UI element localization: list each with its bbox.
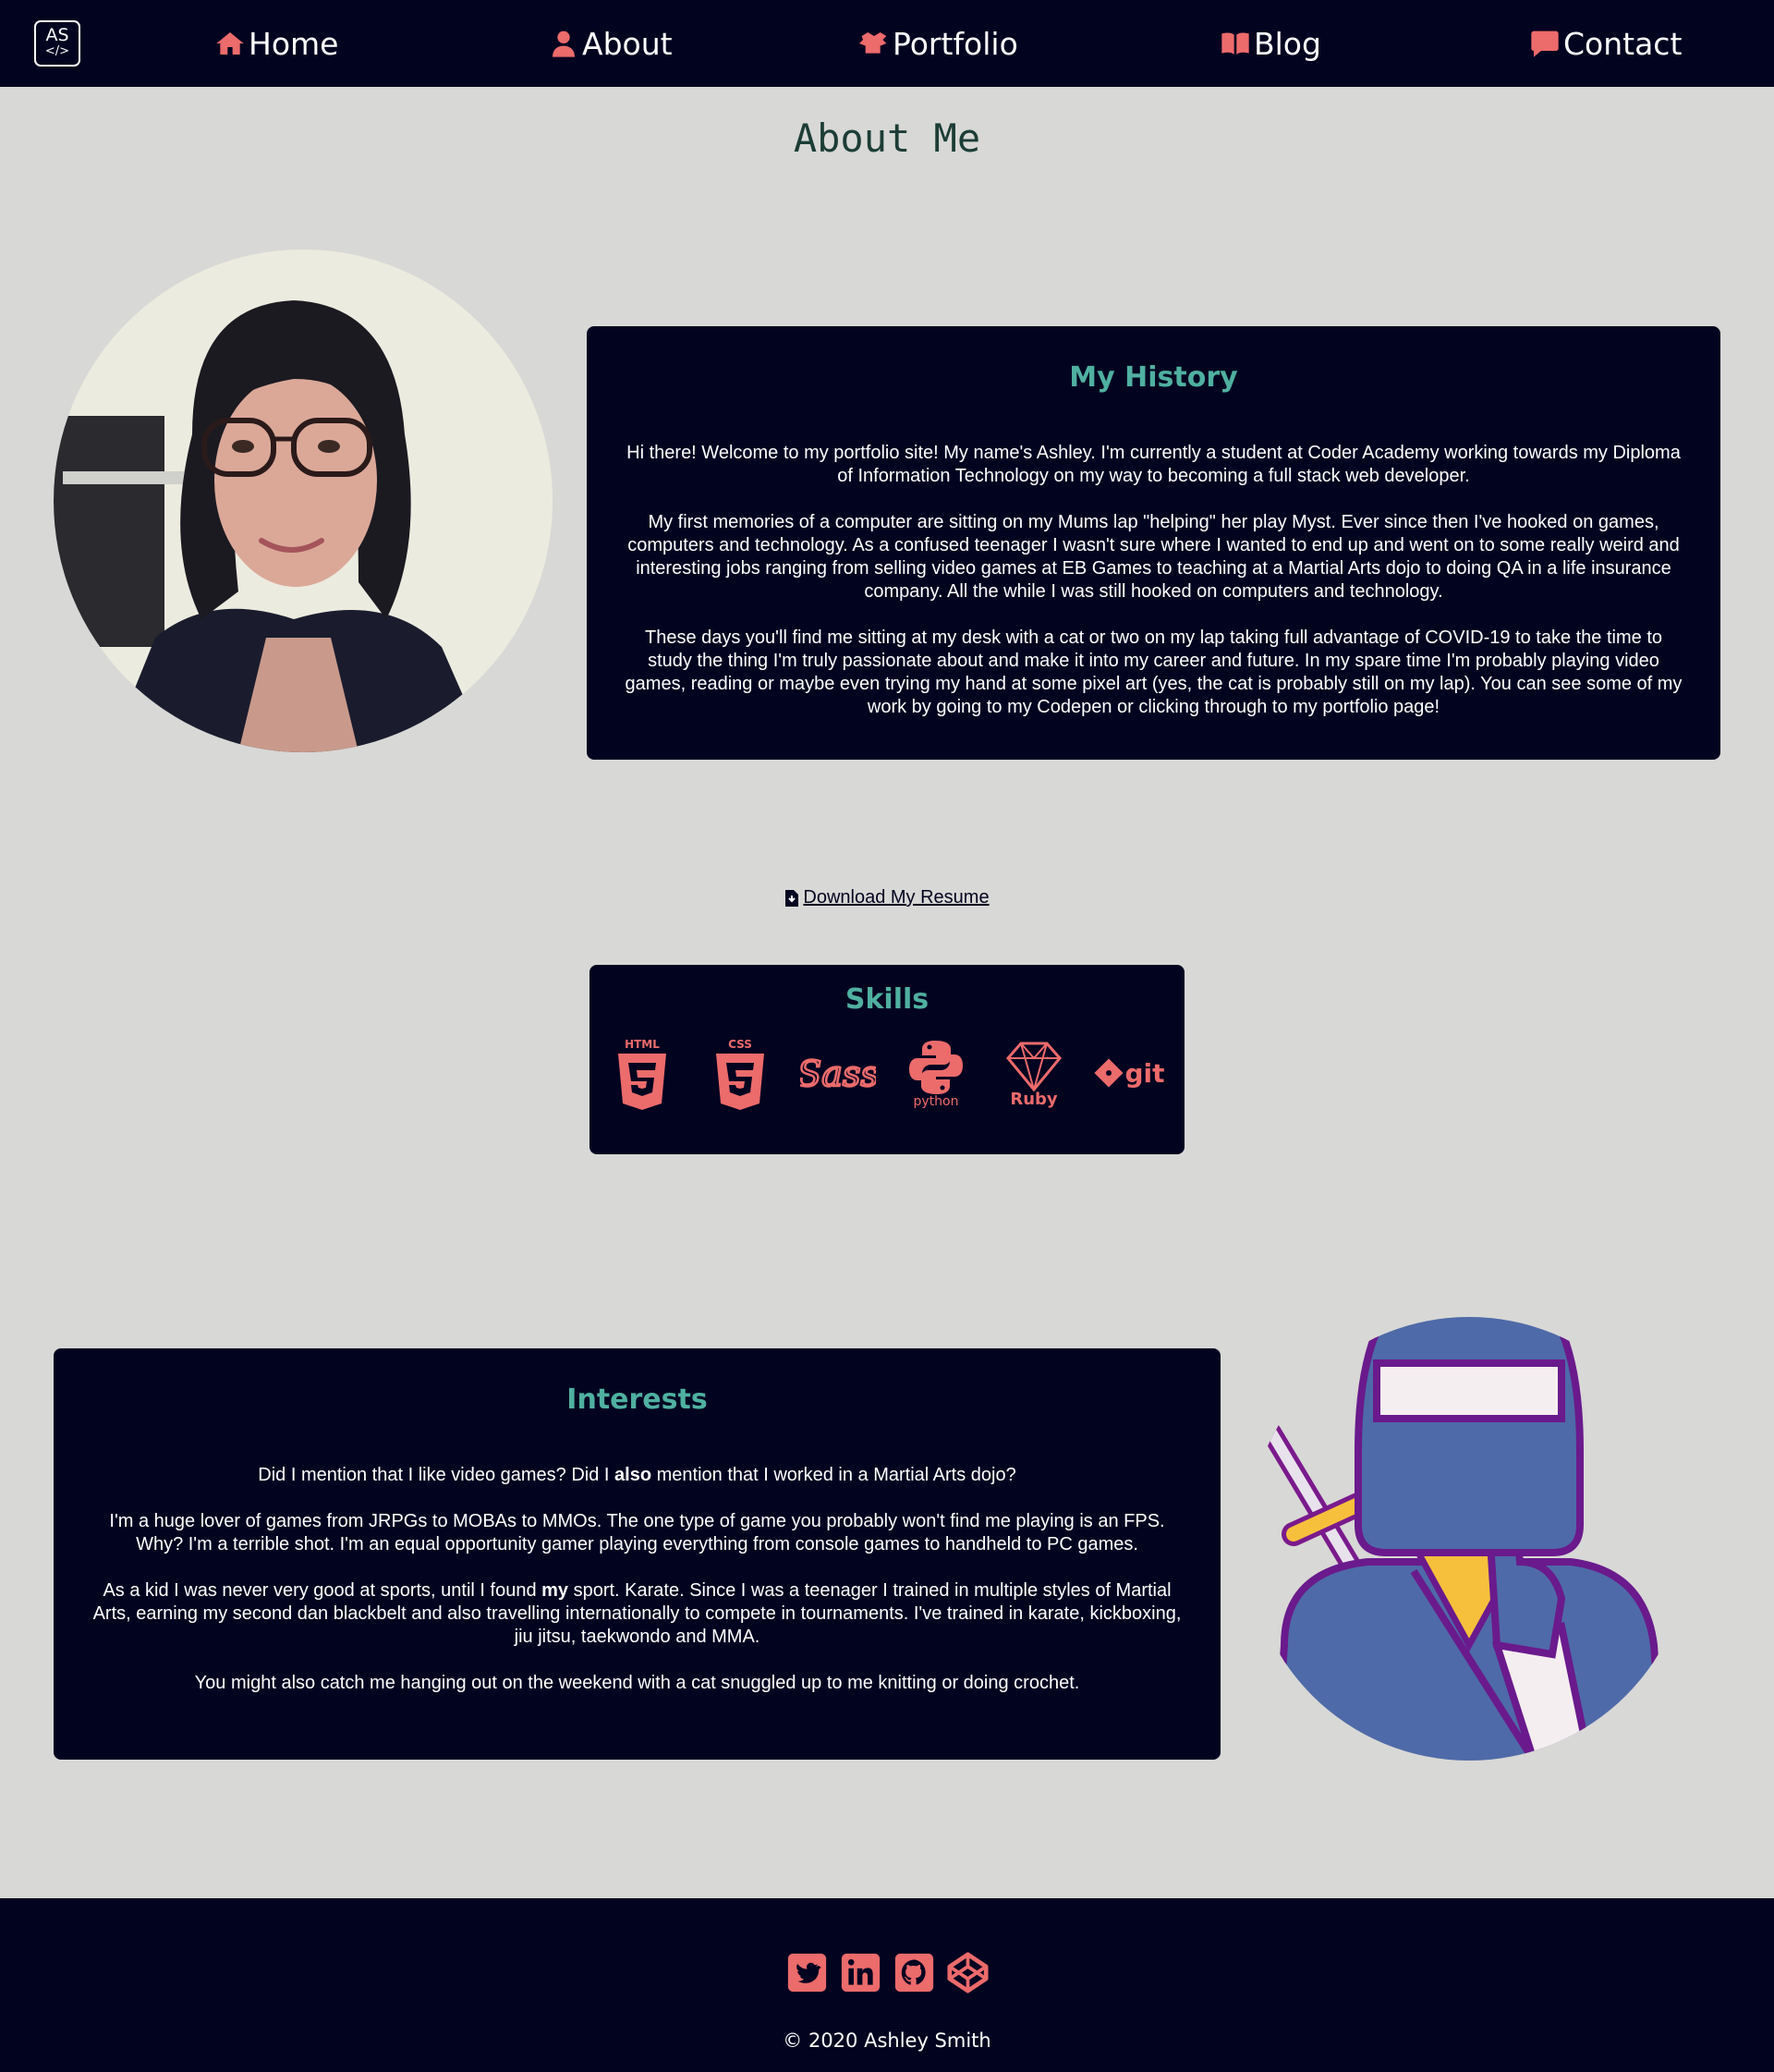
history-paragraph-2: My first memories of a computer are sitt… bbox=[627, 512, 1680, 602]
skills-title: Skills bbox=[844, 983, 930, 1016]
github-icon bbox=[894, 1953, 933, 1993]
skill-html5: HTML bbox=[605, 1036, 679, 1112]
codepen-link[interactable] bbox=[946, 1952, 989, 1998]
interests-paragraph-3: As a kid I was never very good at sports… bbox=[92, 1580, 1182, 1647]
home-icon bbox=[216, 32, 244, 55]
linkedin-link[interactable] bbox=[840, 1952, 881, 1998]
nav-contact[interactable]: Contact bbox=[1530, 20, 1682, 67]
interests-paragraph-2: I'm a huge lover of games from JRPGs to … bbox=[109, 1511, 1165, 1554]
download-resume-label: Download My Resume bbox=[803, 887, 990, 908]
history-paragraph-3: These days you'll find me sitting at my … bbox=[625, 628, 1683, 717]
book-icon bbox=[1221, 32, 1249, 55]
history-title: My History bbox=[1069, 361, 1238, 394]
nav-about-label: About bbox=[582, 25, 673, 62]
file-download-icon bbox=[785, 889, 799, 907]
page-title: About Me bbox=[793, 116, 981, 161]
git-icon: git bbox=[1094, 1058, 1165, 1089]
nav-portfolio-label: Portfolio bbox=[893, 25, 1018, 62]
twitter-icon bbox=[787, 1953, 826, 1993]
interests-paragraph-4: You might also catch me hanging out on t… bbox=[194, 1673, 1080, 1693]
svg-text:git: git bbox=[1124, 1058, 1164, 1089]
skills-list: HTML CSS Sass python Ruby git bbox=[589, 1036, 1185, 1112]
profile-photo-illustration bbox=[54, 250, 553, 752]
footer: © 2020 Ashley Smith bbox=[0, 1898, 1774, 2072]
nav-home[interactable]: Home bbox=[215, 20, 338, 67]
interests-paragraph-1: Did I mention that I like video games? D… bbox=[258, 1465, 1016, 1485]
top-nav: AS </> Home About Portfolio Blog Contact bbox=[0, 0, 1774, 87]
python-caption: python bbox=[913, 1094, 959, 1109]
site-logo[interactable]: AS </> bbox=[34, 20, 80, 67]
svg-text:HTML: HTML bbox=[625, 1038, 660, 1051]
skill-ruby: Ruby bbox=[997, 1036, 1071, 1112]
ruby-caption: Ruby bbox=[1010, 1089, 1058, 1109]
nav-about[interactable]: About bbox=[549, 20, 673, 67]
nav-blog[interactable]: Blog bbox=[1221, 20, 1321, 67]
svg-text:CSS: CSS bbox=[728, 1038, 752, 1051]
ninja-illustration bbox=[1261, 1317, 1668, 1761]
user-icon bbox=[553, 30, 575, 57]
resume-row: Download My Resume bbox=[0, 887, 1774, 912]
nav-portfolio[interactable]: Portfolio bbox=[859, 20, 1018, 67]
interests-title: Interests bbox=[566, 1383, 708, 1416]
logo-initials: AS bbox=[45, 25, 69, 45]
comment-icon bbox=[1531, 30, 1559, 57]
github-link[interactable] bbox=[893, 1952, 935, 1998]
history-card: My History Hi there! Welcome to my portf… bbox=[587, 326, 1720, 760]
history-paragraph-1: Hi there! Welcome to my portfolio site! … bbox=[626, 443, 1681, 486]
twitter-link[interactable] bbox=[786, 1952, 828, 1998]
linkedin-icon bbox=[841, 1953, 880, 1993]
interests-card: Interests Did I mention that I like vide… bbox=[54, 1348, 1221, 1760]
skill-git: git bbox=[1094, 1036, 1169, 1112]
skill-python: python bbox=[899, 1036, 973, 1112]
box-icon bbox=[859, 32, 887, 54]
logo-code-glyph: </> bbox=[44, 44, 70, 58]
python-icon bbox=[909, 1041, 963, 1094]
svg-text:Sass: Sass bbox=[800, 1054, 876, 1094]
nav-home-label: Home bbox=[249, 25, 339, 62]
ruby-icon bbox=[1006, 1042, 1062, 1091]
skills-card: Skills HTML CSS Sass python Ruby git bbox=[589, 965, 1185, 1154]
codepen-icon bbox=[946, 1952, 989, 1993]
copyright: © 2020 Ashley Smith bbox=[783, 2029, 991, 2052]
profile-photo bbox=[54, 250, 553, 752]
html5-icon: HTML bbox=[618, 1038, 666, 1110]
css3-icon: CSS bbox=[716, 1038, 764, 1110]
sass-icon: Sass bbox=[800, 1053, 876, 1096]
social-links bbox=[0, 1952, 1774, 1998]
download-resume-link[interactable]: Download My Resume bbox=[784, 887, 990, 908]
nav-contact-label: Contact bbox=[1563, 25, 1683, 62]
nav-blog-label: Blog bbox=[1254, 25, 1321, 62]
skill-css3: CSS bbox=[703, 1036, 777, 1112]
skill-sass: Sass bbox=[800, 1036, 876, 1112]
